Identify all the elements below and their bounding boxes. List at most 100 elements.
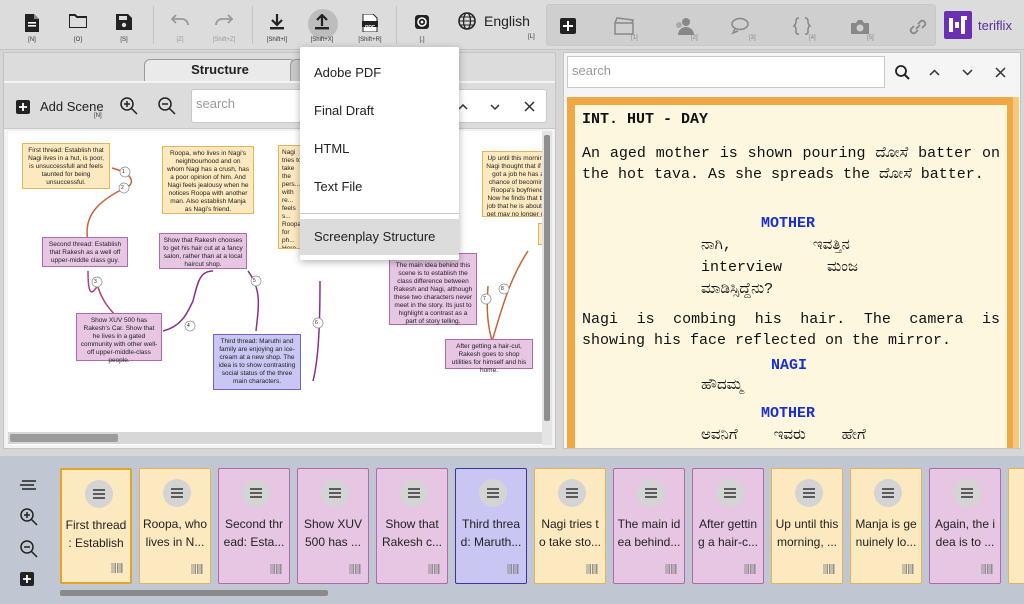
search-icon[interactable] <box>895 65 910 80</box>
canvas-horizontal-scrollbar[interactable] <box>8 432 542 444</box>
structure-canvas[interactable]: 1 2 3 4 5 6 7 8 First thread: Establish … <box>8 131 552 445</box>
redo-button[interactable]: [Shift+Z] <box>204 4 244 46</box>
structure-note[interactable]: Show XUV 500 has Rakesh's Car. Show that… <box>76 313 162 364</box>
card-menu-button[interactable] <box>479 479 507 507</box>
add-scene-button[interactable]: Add Scene [N] <box>16 99 104 119</box>
timeline-card[interactable]: Third threa d: Maruth... <box>455 468 527 584</box>
chevron-up-icon[interactable] <box>929 69 940 76</box>
scrollbar-thumb[interactable] <box>10 434 118 442</box>
timeline-menu-button[interactable] <box>20 478 36 496</box>
timeline-zoom-in-button[interactable] <box>20 508 38 531</box>
export-button[interactable]: [Shift+X] <box>302 4 342 46</box>
structure-note[interactable]: The main idea behind this scene is to es… <box>389 253 477 325</box>
edge-label: 1 <box>122 169 125 175</box>
save-button[interactable]: [S] <box>104 4 144 46</box>
action-line[interactable]: An aged mother is shown pouring ದೋಸೆ bat… <box>582 143 1000 185</box>
screenplay-scrollbar[interactable] <box>1013 97 1019 448</box>
scene-heading[interactable]: INT. HUT - DAY <box>582 111 708 128</box>
add-element-button[interactable] <box>553 13 583 43</box>
download-icon <box>270 14 284 30</box>
character-name[interactable]: MOTHER <box>761 405 815 422</box>
menu-item-text-file[interactable]: Text File <box>300 169 459 205</box>
timeline-card[interactable]: Again, the i dea is to ... <box>929 468 1001 584</box>
dialogue-line[interactable]: ನಾಗಿ, ಇವತ್ತಿನ <box>701 235 850 257</box>
card-menu-button[interactable] <box>637 479 665 507</box>
dialogue-line[interactable]: ಮಾಡಿಸ್ಸಿದ್ದೆನು? <box>701 279 773 301</box>
timeline-card[interactable]: Nagi tries t o take sto... <box>534 468 606 584</box>
screenplay-search-input[interactable] <box>568 57 868 84</box>
open-button[interactable]: [O] <box>58 4 98 46</box>
card-menu-button[interactable] <box>795 479 823 507</box>
scene-heading-button[interactable]: [1] <box>609 13 639 43</box>
dialogue-button[interactable]: [3] <box>727 13 757 43</box>
structure-note[interactable]: After getting a hair-cut, Rakesh goes to… <box>445 339 533 374</box>
close-icon[interactable] <box>524 101 535 112</box>
language-selector[interactable]: English [L] <box>458 12 535 40</box>
card-menu-button[interactable] <box>716 479 744 507</box>
timeline-card[interactable]: Up until this morning, ... <box>771 468 843 584</box>
timeline-card[interactable]: Manja is ge nuinely lo... <box>850 468 922 584</box>
structure-toolbar: Add Scene [N] <box>4 83 555 129</box>
shot-button[interactable]: [5] <box>845 13 875 43</box>
pdf-button[interactable]: PDF [Shift+R] <box>350 4 390 46</box>
barcode-icon <box>507 564 519 574</box>
card-menu-button[interactable] <box>400 479 428 507</box>
card-menu-button[interactable] <box>85 480 113 508</box>
screenplay-editor[interactable]: INT. HUT - DAY An aged mother is shown p… <box>567 97 1019 448</box>
timeline-card[interactable]: The main id ea behind... <box>613 468 685 584</box>
dialogue-line[interactable]: ಹೌದಮ್ಮ <box>701 375 743 397</box>
import-button[interactable]: [Shift+I] <box>257 4 297 46</box>
timeline-scrollbar[interactable] <box>58 586 1024 598</box>
character-name[interactable]: NAGI <box>771 357 807 374</box>
chevron-down-icon[interactable] <box>490 104 500 110</box>
structure-note[interactable]: Show that Rakesh chooses to get his hair… <box>159 233 247 269</box>
card-menu-button[interactable] <box>321 479 349 507</box>
dialogue-line[interactable]: interview ಮಂಜ <box>701 257 858 279</box>
card-text: Manja is ge nuinely lo... <box>855 517 917 549</box>
scrollbar-thumb[interactable] <box>60 590 328 596</box>
character-button[interactable]: [2] <box>669 13 699 43</box>
new-button[interactable]: [N] <box>12 4 52 46</box>
zoom-out-button[interactable] <box>158 97 176 120</box>
structure-note[interactable]: Second thread: Establish that Rakesh as … <box>42 237 128 267</box>
save-shortcut: [S] <box>120 37 128 43</box>
screenplay-page[interactable]: INT. HUT - DAY An aged mother is shown p… <box>575 105 1007 448</box>
timeline-add-button[interactable] <box>20 572 34 591</box>
dialogue-line[interactable]: ಅವನಿಗೆ ಇವರು ಹೇಗೆ <box>701 425 866 447</box>
card-menu-button[interactable] <box>953 479 981 507</box>
timeline-card[interactable]: First thread : Establish <box>60 468 132 584</box>
structure-note[interactable]: Third thread: Maruthi and family are enj… <box>213 334 301 390</box>
timeline-card[interactable]: Roopa, who lives in N... <box>139 468 211 584</box>
shortcut-3: [3] <box>749 35 756 41</box>
timeline-card[interactable]: Show that Rakesh c... <box>376 468 448 584</box>
tab-structure[interactable]: Structure <box>144 59 296 81</box>
structure-note[interactable]: Roopa, who lives in Nagi's neighbourhood… <box>162 146 254 214</box>
timeline-card[interactable]: After gettin g a hair-c... <box>692 468 764 584</box>
card-menu-button[interactable] <box>242 479 270 507</box>
timeline-card[interactable]: Second thr ead: Esta... <box>218 468 290 584</box>
timeline-zoom-out-button[interactable] <box>20 540 38 563</box>
menu-item-html[interactable]: HTML <box>300 131 459 167</box>
scrollbar-thumb[interactable] <box>544 135 550 421</box>
transition-button[interactable] <box>903 13 933 43</box>
close-icon[interactable] <box>995 67 1006 78</box>
chevron-up-icon[interactable] <box>458 104 468 110</box>
structure-note[interactable]: First thread: Establish that Nagi lives … <box>22 143 110 189</box>
character-name[interactable]: MOTHER <box>761 215 815 232</box>
settings-button[interactable]: [,] <box>402 4 442 46</box>
undo-button[interactable]: [Z] <box>160 4 200 46</box>
chevron-down-icon[interactable] <box>962 69 973 76</box>
menu-item-final-draft[interactable]: Final Draft <box>300 93 459 129</box>
timeline-card[interactable]: H ve <box>1008 468 1024 584</box>
timeline-card[interactable]: Show XUV 500 has ... <box>297 468 369 584</box>
zoom-in-button[interactable] <box>120 97 138 120</box>
menu-item-screenplay-structure[interactable]: Screenplay Structure <box>300 219 459 255</box>
canvas-vertical-scrollbar[interactable] <box>542 131 552 445</box>
card-menu-button[interactable] <box>558 479 586 507</box>
action-line[interactable]: Nagi is combing his hair. The camera is … <box>582 309 1000 351</box>
parenthetical-button[interactable]: [4] <box>787 13 817 43</box>
toolbar-divider <box>153 6 154 44</box>
card-menu-button[interactable] <box>163 479 191 507</box>
card-menu-button[interactable] <box>874 479 902 507</box>
menu-item-adobe-pdf[interactable]: Adobe PDF <box>300 55 459 91</box>
